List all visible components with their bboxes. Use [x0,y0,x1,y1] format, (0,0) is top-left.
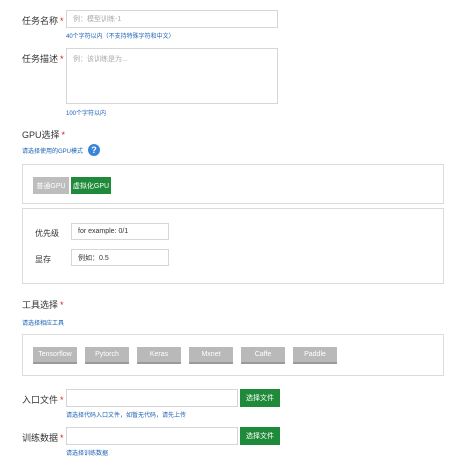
memory-input[interactable]: 例如：0.5 [71,249,169,266]
task-name-input[interactable]: 例：模型训练-1 [66,10,278,28]
tool-paddle-button[interactable]: Paddle [293,347,337,364]
entry-file-label-text: 入口文件 [22,395,59,405]
task-desc-placeholder: 例：该训练是为... [73,56,128,63]
tools-hint: 请选择相应工具 [22,321,65,327]
gpu-hint: 请选择使用的GPU模式 [22,148,84,155]
tools-label: 工具选择 * [22,298,64,311]
gpu-label: GPU选择 * [22,128,65,141]
task-name-label-text: 任务名称 [22,16,59,26]
memory-label: 显存 [35,255,51,264]
task-name-placeholder: 例：模型训练-1 [73,16,122,23]
priority-label: 优先级 [35,229,59,238]
tools-label-text: 工具选择 [22,300,59,310]
train-data-label: 训练数据 * [22,431,64,444]
entry-file-label: 入口文件 * [22,393,64,406]
required-mark: * [60,300,64,310]
required-mark: * [60,395,64,405]
tool-pytorch-button[interactable]: Pytorch [85,347,129,364]
required-mark: * [61,130,66,140]
gpu-label-text: GPU选择 [22,130,60,140]
entry-file-hint: 请选择代码入口文件，如暂无代码，请先上传 [66,413,187,419]
task-name-hint: 40个字符以内（不支持特殊字符和中文） [66,34,175,40]
train-data-input[interactable] [66,427,238,445]
gpu-config-panel: 优先级 for example: 0/1 显存 例如：0.5 [22,208,444,284]
entry-file-select-button[interactable]: 选择文件 [240,389,280,407]
task-name-label: 任务名称 * [22,14,64,27]
required-mark: * [60,16,64,26]
tool-caffe-button[interactable]: Caffe [241,347,285,364]
task-desc-hint: 100个字符以内 [66,111,107,117]
required-mark: * [60,433,64,443]
train-data-label-text: 训练数据 [22,433,59,443]
entry-file-input[interactable] [66,389,238,407]
tool-tensorflow-button[interactable]: Tensorflow [33,347,77,364]
gpu-mode-normal-button[interactable]: 普通GPU [33,177,69,194]
tool-mxnet-button[interactable]: Mxnet [189,347,233,364]
required-mark: * [60,54,64,64]
memory-value: 例如：0.5 [78,254,109,262]
tools-panel: Tensorflow Pytorch Keras Mxnet Caffe Pad… [22,334,444,376]
tool-keras-button[interactable]: Keras [137,347,181,364]
question-icon[interactable]: ? [88,144,101,156]
gpu-mode-panel: 普通GPU 虚拟化GPU [22,164,444,204]
gpu-mode-virtual-button[interactable]: 虚拟化GPU [71,177,111,194]
task-desc-label-text: 任务描述 [22,54,59,64]
gpu-hint-row: 请选择使用的GPU模式 ? [22,144,101,156]
task-desc-label: 任务描述 * [22,52,64,65]
task-desc-textarea[interactable]: 例：该训练是为... [66,48,278,104]
priority-input[interactable]: for example: 0/1 [71,223,169,240]
train-data-hint: 请选择训练数据 [66,451,109,457]
priority-value: for example: 0/1 [78,228,129,235]
train-data-select-button[interactable]: 选择文件 [240,427,280,445]
